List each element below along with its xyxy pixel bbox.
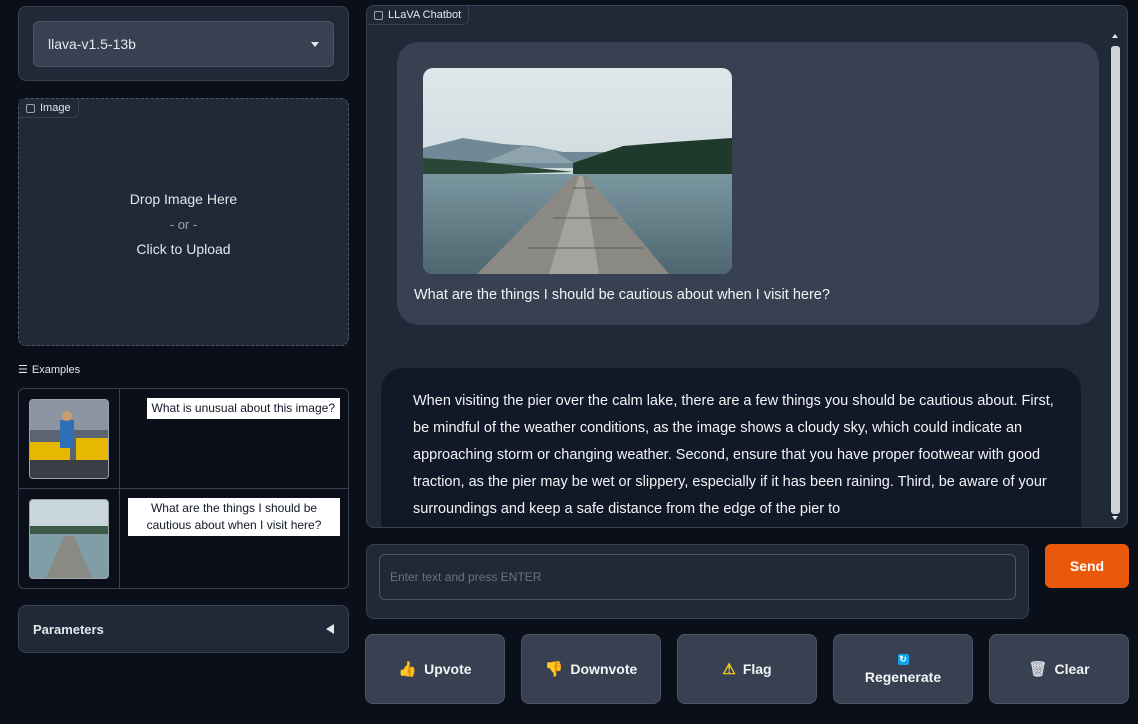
example-thumb-cell [19,489,120,588]
user-message: What are the things I should be cautious… [397,42,1099,325]
user-uploaded-image [423,68,732,274]
example-row-1[interactable]: What is unusual about this image? [19,389,348,489]
collapse-triangle-icon[interactable] [326,624,334,634]
image-label: Image [19,99,79,118]
send-button[interactable]: Send [1045,544,1129,588]
thumbs-down-icon: 👎 [544,661,564,678]
model-panel: llava-v1.5-13b [18,6,349,81]
regenerate-button[interactable]: ↻ Regenerate [833,634,973,704]
thumbs-up-icon: 👍 [398,661,418,678]
chat-icon [374,10,383,20]
scroll-down-icon[interactable] [1112,516,1118,520]
clear-label: Clear [1054,661,1090,677]
model-dropdown-value: llava-v1.5-13b [48,36,136,52]
image-upload-zone[interactable]: Image Drop Image Here - or - Click to Up… [18,98,349,346]
bot-message: When visiting the pier over the calm lak… [381,368,1081,527]
drop-zone-text: Drop Image Here - or - Click to Upload [19,187,348,262]
upvote-button[interactable]: 👍 Upvote [365,634,505,704]
examples-label-text: Examples [31,363,81,376]
example-row-2[interactable]: What are the things I should be cautious… [19,489,348,588]
chatbot-label-text: LLaVA Chatbot [388,9,462,21]
example-text-1: What is unusual about this image? [146,398,340,419]
chat-scrollbar[interactable] [1110,30,1121,524]
downvote-label: Downvote [570,661,638,677]
downvote-button[interactable]: 👎 Downvote [521,634,661,704]
example-thumb-cell [19,389,120,488]
image-label-text: Image [40,102,71,114]
refresh-icon: ↻ [897,653,909,665]
bot-message-text: When visiting the pier over the calm lak… [413,393,1054,517]
drop-image-text: Drop Image Here [129,191,238,207]
scroll-up-icon[interactable] [1112,34,1118,38]
or-text: - or - [169,217,198,232]
example-thumbnail-taxi[interactable] [29,398,109,479]
message-input[interactable] [379,554,1016,600]
example-thumbnail-pier[interactable] [29,499,109,579]
chevron-down-icon [311,41,319,47]
chatbot-panel: LLaVA Chatbot What are the things I shou… [366,5,1128,528]
trash-icon: 🗑 [1028,661,1048,678]
image-icon [26,103,35,113]
examples-table: What is unusual about this image? What a… [18,388,349,589]
scroll-thumb[interactable] [1111,46,1120,514]
regenerate-label: Regenerate [864,668,942,685]
model-dropdown[interactable]: llava-v1.5-13b [33,21,334,67]
input-panel [366,544,1029,619]
clear-button[interactable]: 🗑 Clear [989,634,1129,704]
chatbot-label: LLaVA Chatbot [367,6,470,25]
examples-label: ☰ Examples [18,363,81,377]
flag-button[interactable]: ⚠ Flag [677,634,817,704]
parameters-accordion[interactable]: Parameters [18,605,349,653]
click-to-upload-text: Click to Upload [136,241,231,257]
warning-icon: ⚠ [722,661,736,678]
flag-label: Flag [742,661,772,677]
example-text-cell: What is unusual about this image? [120,389,348,488]
example-text-cell: What are the things I should be cautious… [120,489,348,588]
upvote-label: Upvote [424,661,472,677]
list-icon: ☰ [18,364,28,376]
example-text-2: What are the things I should be cautious… [128,498,340,536]
user-message-text: What are the things I should be cautious… [414,287,830,303]
parameters-label: Parameters [33,621,104,637]
